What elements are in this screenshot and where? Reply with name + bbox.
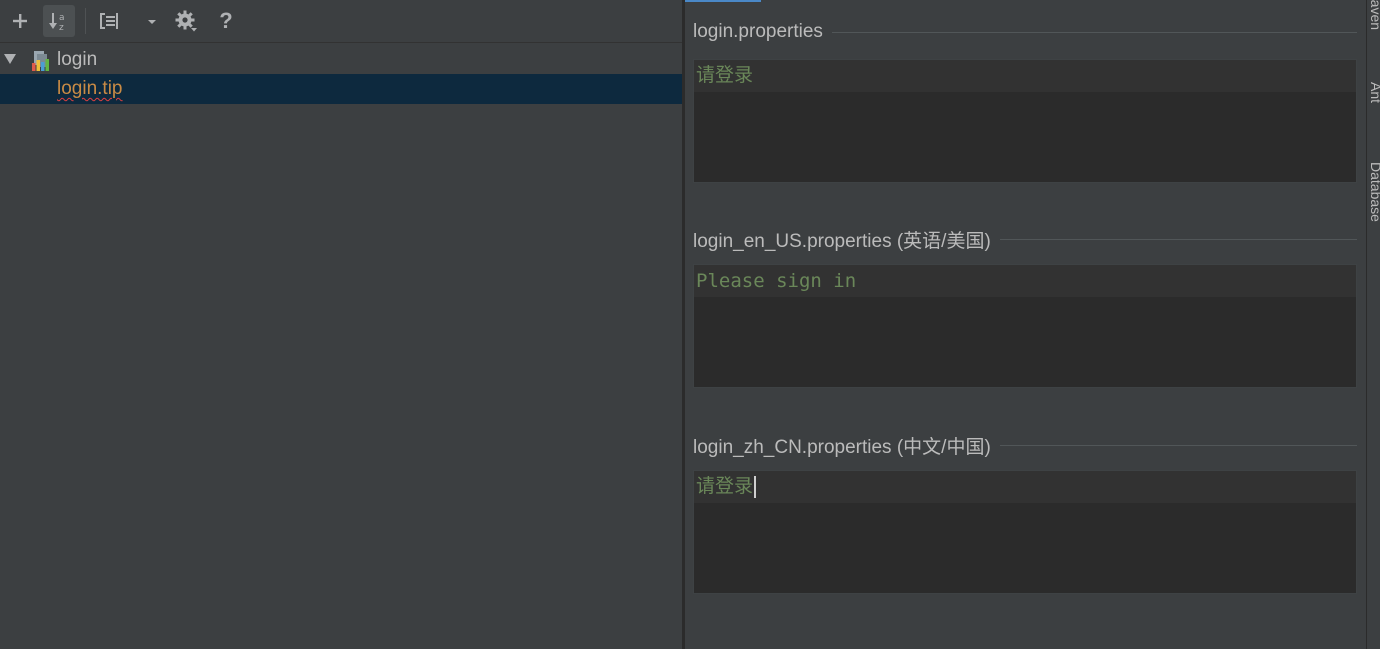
resource-bundle-icon: [32, 51, 49, 71]
tool-window-database[interactable]: Database: [1368, 162, 1380, 222]
editor-value-line[interactable]: Please sign in: [694, 265, 1356, 297]
section-title-zh-cn: login_zh_CN.properties (中文/中国): [693, 432, 1357, 459]
tool-window-maven[interactable]: Maven: [1368, 0, 1380, 30]
tree-leaf-row[interactable]: login.tip: [0, 74, 682, 104]
editor-value-text: 请登录: [696, 476, 754, 497]
resource-bundle-editor: a z ? login login.tip login.properties 请…: [0, 0, 1380, 649]
toolbar-separator: [85, 8, 86, 34]
help-button[interactable]: ?: [210, 5, 242, 37]
right-tool-window-strip: Maven Ant Database: [1366, 0, 1380, 649]
value-editor-zh-cn[interactable]: 请登录: [693, 470, 1357, 594]
group-by-dropdown-button[interactable]: [141, 5, 163, 37]
section-title-text: login_zh_CN.properties (中文/中国): [693, 437, 991, 458]
active-tab-indicator: [685, 0, 761, 2]
tree-expand-toggle-icon[interactable]: [4, 54, 16, 64]
sort-alphabetically-button[interactable]: a z: [43, 5, 75, 37]
value-editor-en-us[interactable]: Please sign in: [693, 264, 1357, 388]
property-key-label: login.tip: [57, 78, 123, 99]
section-title-en-us: login_en_US.properties (英语/美国): [693, 226, 1357, 253]
svg-text:z: z: [59, 23, 64, 32]
tree-group-row[interactable]: login: [0, 44, 682, 74]
section-divider: [999, 445, 1357, 446]
gear-icon: [175, 10, 197, 32]
svg-text:a: a: [59, 13, 65, 23]
add-property-button[interactable]: [4, 5, 36, 37]
text-caret: [754, 475, 757, 498]
properties-tree: login login.tip: [0, 44, 682, 104]
editor-value-line[interactable]: 请登录: [694, 60, 1356, 92]
plus-icon: [13, 14, 27, 28]
chevron-down-icon: [148, 20, 156, 24]
section-divider: [831, 31, 1357, 33]
tool-window-ant[interactable]: Ant: [1368, 82, 1380, 103]
section-title-default: login.properties: [693, 21, 1357, 43]
sort-alphabetically-icon: a z: [49, 13, 65, 32]
editor-value-line[interactable]: 请登录: [694, 471, 1356, 503]
tree-group-label: login: [57, 49, 98, 70]
section-title-text: login.properties: [693, 21, 823, 42]
section-title-text: login_en_US.properties (英语/美国): [693, 231, 991, 252]
section-divider: [999, 239, 1357, 240]
property-values-panel: login.properties 请登录 login_en_US.propert…: [685, 0, 1366, 649]
properties-tree-panel: a z ? login login.tip: [0, 0, 682, 649]
value-editor-default[interactable]: 请登录: [693, 59, 1357, 183]
group-by-icon: [100, 13, 118, 29]
settings-button[interactable]: [170, 5, 202, 37]
group-by-button[interactable]: [93, 5, 125, 37]
tree-toolbar: a z ?: [0, 0, 682, 43]
